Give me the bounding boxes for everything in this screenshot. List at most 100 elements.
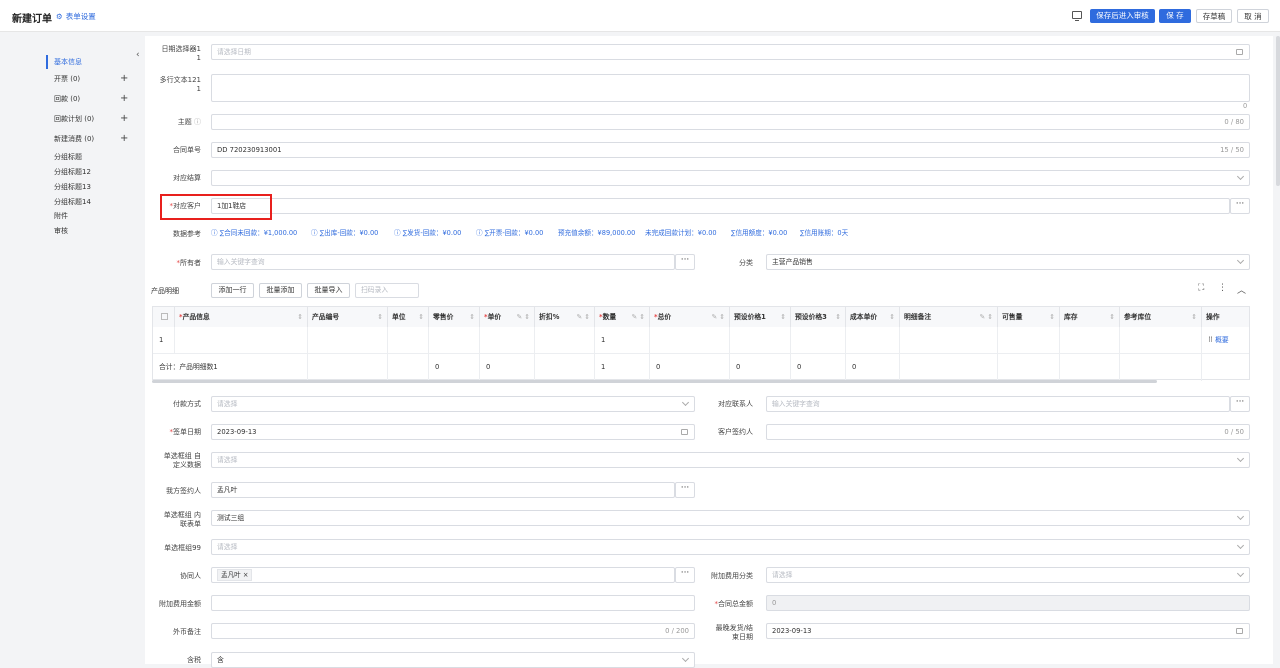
- more-icon[interactable]: ···: [675, 482, 695, 498]
- table-horizontal-scrollbar[interactable]: [152, 380, 1157, 383]
- plus-icon[interactable]: +: [120, 112, 128, 126]
- sidebar-item-attachment[interactable]: 附件: [54, 209, 68, 223]
- data-ref-item[interactable]: ⓘ ∑发货-回款：¥0.00: [394, 227, 461, 237]
- table-cell[interactable]: [650, 327, 730, 354]
- owner-input[interactable]: 输入关键字查询: [211, 254, 675, 270]
- column-header[interactable]: *单价 ✎ ⇕: [480, 307, 535, 327]
- date-picker-input[interactable]: 请选择日期: [211, 44, 1250, 60]
- page-vertical-scrollbar[interactable]: [1276, 36, 1280, 186]
- column-header[interactable]: 参考库位 ⇕: [1120, 307, 1202, 327]
- form-settings-link[interactable]: ⚙ 表单设置: [56, 11, 96, 22]
- contact-input[interactable]: 输入关键字查询: [766, 396, 1230, 412]
- multiline-textarea[interactable]: [211, 74, 1250, 102]
- table-cell: [308, 354, 388, 381]
- sidebar-item-group12[interactable]: 分组标题12: [54, 165, 91, 179]
- extra-fee-category-select[interactable]: 请选择: [766, 567, 1250, 583]
- sidebar-item-group[interactable]: 分组标题: [54, 150, 82, 164]
- column-header[interactable]: 预设价格3 ⇕: [791, 307, 846, 327]
- fx-note-input[interactable]: 0 / 200: [211, 623, 695, 639]
- help-icon: ⓘ: [194, 118, 201, 126]
- monitor-icon[interactable]: [1072, 11, 1082, 21]
- table-cell[interactable]: [480, 327, 535, 354]
- product-info-cell[interactable]: [175, 327, 308, 354]
- single99-select[interactable]: 请选择: [211, 539, 1250, 555]
- tax-select[interactable]: 含: [211, 652, 695, 668]
- data-ref-item[interactable]: ⓘ ∑出库-回款：¥0.00: [311, 227, 378, 237]
- subject-input[interactable]: 0 / 80: [211, 114, 1250, 130]
- save-draft-button[interactable]: 存草稿: [1196, 9, 1232, 23]
- column-header[interactable]: 零售价 ⇕: [429, 307, 480, 327]
- plus-icon[interactable]: +: [120, 72, 128, 86]
- multiline-label: 多行文本121 1: [159, 76, 201, 93]
- calendar-icon: [1236, 49, 1243, 55]
- collaborator-input[interactable]: 孟凡叶 ×: [211, 567, 675, 583]
- table-cell[interactable]: [900, 327, 998, 354]
- column-header[interactable]: 明细备注 ✎ ⇕: [900, 307, 998, 327]
- sidebar-item-basic[interactable]: 基本信息: [46, 55, 82, 69]
- collapse-icon[interactable]: ‹: [136, 50, 140, 60]
- single-inner-select[interactable]: 测试三组: [211, 510, 1250, 526]
- more-icon[interactable]: ···: [1230, 198, 1250, 214]
- column-header[interactable]: 产品编号 ⇕: [308, 307, 388, 327]
- column-header[interactable]: 成本单价 ⇕: [846, 307, 900, 327]
- chevron-down-icon: [1236, 454, 1245, 463]
- column-header[interactable]: *总价 ✎ ⇕: [650, 307, 730, 327]
- sidebar-item-invoice[interactable]: 开票 (0): [54, 72, 80, 86]
- batch-import-button[interactable]: 批量导入: [307, 283, 350, 298]
- table-cell: [998, 327, 1060, 354]
- more-icon[interactable]: ···: [675, 254, 695, 270]
- table-cell[interactable]: [535, 327, 595, 354]
- customer-input[interactable]: 1加1鞋店: [211, 198, 1230, 214]
- latest-ship-input[interactable]: 2023-09-13: [766, 623, 1250, 639]
- column-header[interactable]: 折扣% ✎ ⇕: [535, 307, 595, 327]
- row-index: 1: [153, 327, 175, 354]
- fx-note-label: 外币备注: [173, 628, 201, 636]
- more-icon[interactable]: ···: [675, 567, 695, 583]
- sidebar-item-payment-plan[interactable]: 回款计划 (0): [54, 112, 94, 126]
- collapse-up-icon[interactable]: ︿: [1237, 283, 1246, 296]
- extra-fee-amount-input[interactable]: [211, 595, 695, 611]
- sidebar-item-group13[interactable]: 分组标题13: [54, 180, 91, 194]
- payment-select[interactable]: 请选择: [211, 396, 695, 412]
- sidebar-item-review[interactable]: 审核: [54, 224, 68, 238]
- table-cell: [1120, 327, 1202, 354]
- batch-add-button[interactable]: 批量添加: [259, 283, 302, 298]
- column-settings-icon[interactable]: ⋮: [1218, 283, 1227, 293]
- data-ref-item[interactable]: ⓘ ∑合同未回款：¥1,000.00: [211, 227, 297, 237]
- multiline-count: 0: [1243, 102, 1248, 110]
- table-cell: [846, 327, 900, 354]
- our-signer-input[interactable]: 孟凡叶: [211, 482, 675, 498]
- summary-link[interactable]: ⠿ 概要: [1202, 327, 1249, 354]
- single-custom-select[interactable]: 请选择: [211, 452, 1250, 468]
- table-cell: [429, 327, 480, 354]
- column-header[interactable]: 库存 ⇕: [1060, 307, 1120, 327]
- scan-input[interactable]: 扫码录入: [355, 283, 419, 298]
- data-ref-item[interactable]: ⓘ ∑开票-回款：¥0.00: [476, 227, 543, 237]
- sidebar-item-group14[interactable]: 分组标题14: [54, 195, 91, 209]
- sidebar-item-payment[interactable]: 回款 (0): [54, 92, 80, 106]
- fullscreen-icon[interactable]: ⛶: [1198, 283, 1204, 293]
- more-icon[interactable]: ···: [1230, 396, 1250, 412]
- category-select[interactable]: 主营产品销售: [766, 254, 1250, 270]
- sidebar-item-consume[interactable]: 新建消费 (0): [54, 132, 94, 146]
- plus-icon[interactable]: +: [120, 132, 128, 146]
- qty-cell[interactable]: 1: [595, 327, 650, 354]
- save-and-review-button[interactable]: 保存后进入审核: [1090, 9, 1155, 23]
- add-row-button[interactable]: 添加一行: [211, 283, 254, 298]
- settlement-select[interactable]: [211, 170, 1250, 186]
- column-header[interactable]: 可售量 ⇕: [998, 307, 1060, 327]
- customer-signer-input[interactable]: 0 / 50: [766, 424, 1250, 440]
- collaborator-tag[interactable]: 孟凡叶 ×: [217, 569, 253, 581]
- select-all-checkbox[interactable]: [153, 307, 175, 327]
- column-header[interactable]: 预设价格1 ⇕: [730, 307, 791, 327]
- chevron-down-icon: [1236, 172, 1245, 181]
- column-header[interactable]: 单位 ⇕: [388, 307, 429, 327]
- column-header[interactable]: *数量 ✎ ⇕: [595, 307, 650, 327]
- total-cell: 0: [791, 354, 846, 381]
- contract-no-input[interactable]: DD 720230913001 15 / 50: [211, 142, 1250, 158]
- save-button[interactable]: 保 存: [1159, 9, 1191, 23]
- plus-icon[interactable]: +: [120, 92, 128, 106]
- column-header[interactable]: *产品信息 ⇕: [175, 307, 308, 327]
- sign-date-input[interactable]: 2023-09-13: [211, 424, 695, 440]
- cancel-button[interactable]: 取 消: [1237, 9, 1269, 23]
